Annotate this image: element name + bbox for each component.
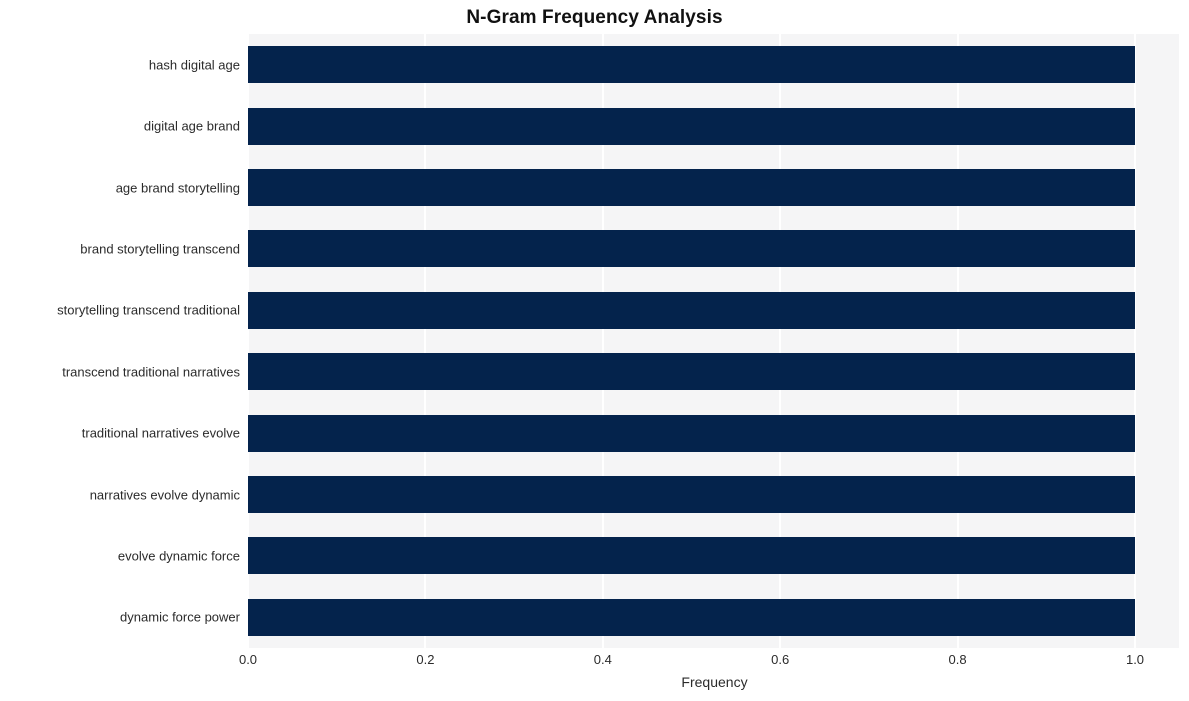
x-axis-tick-labels: 0.0 0.2 0.4 0.6 0.8 1.0 <box>0 0 1189 701</box>
x-axis-tick-label: 0.0 <box>238 652 258 667</box>
x-axis-tick-label: 0.4 <box>593 652 612 667</box>
x-axis-tick-label: 0.6 <box>771 652 790 667</box>
chart-figure: N-Gram Frequency Analysis hash digital a… <box>0 0 1189 701</box>
x-axis-label: Frequency <box>681 674 748 690</box>
x-axis-tick-label: 0.2 <box>416 652 435 667</box>
x-axis-tick-label: 1.0 <box>1125 652 1145 667</box>
x-axis-tick-label: 0.8 <box>948 652 967 667</box>
